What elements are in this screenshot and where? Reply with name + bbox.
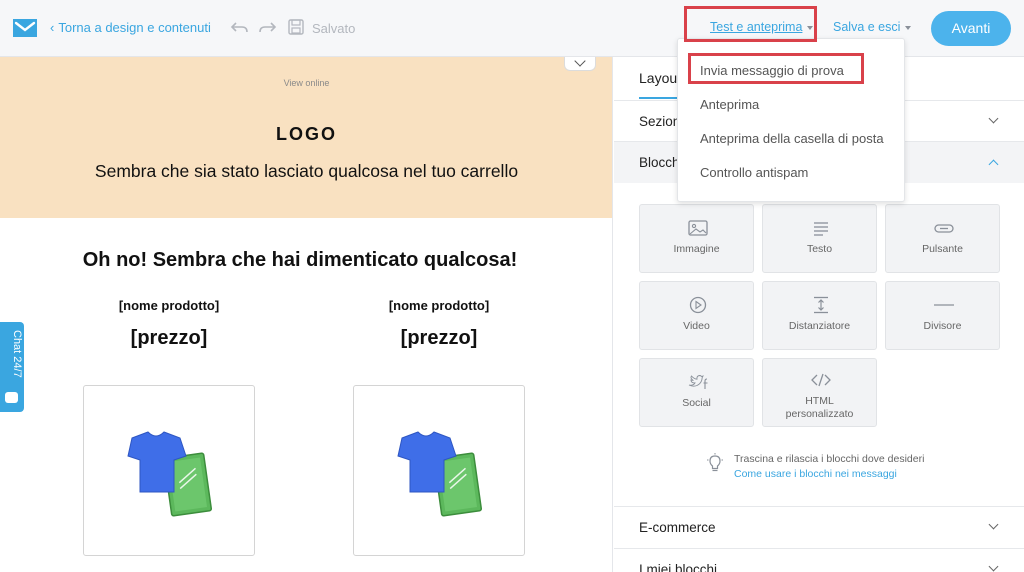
lightbulb-icon [707, 453, 723, 472]
blocks-help-link[interactable]: Come usare i blocchi nei messaggi [734, 468, 897, 480]
block-text[interactable]: Testo [762, 204, 877, 273]
product-price: [prezzo] [400, 327, 478, 349]
save-exit-menu[interactable]: Salva e esci [833, 20, 912, 34]
back-to-design-link[interactable]: ‹ Torna a design e contenuti [50, 20, 211, 35]
spacer-icon [814, 296, 828, 314]
divider-icon [934, 304, 954, 306]
section-label: I miei blocchi [639, 562, 718, 572]
section-label: Blocchi [639, 155, 683, 170]
chat-widget-tab[interactable]: Chat 24/7 [0, 322, 24, 412]
block-label: Distanziatore [788, 320, 851, 332]
product-name: [nome prodotto] [118, 298, 220, 313]
block-social[interactable]: Social [639, 358, 754, 427]
product-image[interactable] [83, 385, 255, 556]
logo-placeholder: LOGO [276, 124, 337, 144]
block-image[interactable]: Immagine [639, 204, 754, 273]
chat-bubble-icon [5, 392, 18, 403]
block-video[interactable]: Video [639, 281, 754, 350]
collapse-toggle[interactable] [564, 57, 596, 71]
play-icon [689, 296, 707, 314]
menu-item-spam-check[interactable]: Controllo antispam [700, 165, 808, 180]
email-canvas[interactable]: View online LOGO Sembra che sia stato la… [0, 57, 613, 572]
save-icon [288, 19, 304, 35]
hero-subtitle: Sembra che sia stato lasciato qualcosa n… [94, 161, 519, 181]
hero-section[interactable]: View online LOGO Sembra che sia stato la… [0, 57, 612, 218]
block-label: HTML personalizzato [785, 395, 854, 420]
block-label: Social [682, 397, 711, 409]
chevron-up-icon [988, 159, 999, 170]
email-editor: ‹ Torna a design e contenuti Salvato Test… [0, 0, 1024, 572]
block-spacer[interactable]: Distanziatore [762, 281, 877, 350]
chevron-down-icon [988, 113, 999, 124]
image-icon [688, 220, 708, 236]
chevron-left-icon: ‹ [50, 20, 55, 35]
redo-icon[interactable] [257, 17, 277, 37]
undo-icon[interactable] [230, 17, 250, 37]
saved-status: Salvato [312, 21, 356, 36]
highlight-send-test [688, 53, 864, 84]
chevron-down-icon [988, 519, 999, 530]
tshirt-book-icon [397, 431, 483, 517]
block-button[interactable]: Pulsante [885, 204, 1000, 273]
product-name: [nome prodotto] [388, 298, 490, 313]
back-link-label: Torna a design e contenuti [58, 20, 211, 35]
block-label: Video [683, 320, 710, 332]
menu-item-preview[interactable]: Anteprima [700, 97, 759, 112]
code-icon [811, 373, 831, 387]
block-label: Testo [806, 243, 833, 255]
product-image[interactable] [353, 385, 525, 556]
next-button[interactable]: Avanti [931, 11, 1011, 46]
button-icon [934, 224, 954, 233]
social-icon [688, 375, 708, 389]
product-price: [prezzo] [130, 327, 208, 349]
menu-item-inbox-preview[interactable]: Anteprima della casella di posta [700, 131, 884, 146]
caret-down-icon [905, 25, 912, 30]
blocks-hint: Trascina e rilascia i blocchi dove desid… [734, 453, 925, 465]
block-label: Pulsante [922, 243, 963, 255]
chevron-down-icon [988, 561, 999, 572]
section-label: E-commerce [639, 520, 716, 535]
block-label: Immagine [673, 243, 720, 255]
section-my-blocks[interactable]: I miei blocchi [614, 548, 1024, 572]
view-online-link[interactable]: View online [0, 78, 612, 88]
logo-icon[interactable] [12, 17, 38, 39]
section-ecommerce[interactable]: E-commerce [614, 506, 1024, 548]
email-heading: Oh no! Sembra che hai dimenticato qualco… [82, 249, 518, 271]
chevron-down-icon [574, 57, 586, 67]
tab-layout[interactable]: Layout [639, 70, 681, 86]
block-custom-html[interactable]: HTML personalizzato [762, 358, 877, 427]
chat-label: Chat 24/7 [11, 330, 23, 378]
text-lines-icon [814, 222, 828, 236]
highlight-test-preview [684, 6, 817, 42]
block-label: Divisore [923, 320, 962, 332]
tshirt-book-icon [127, 431, 213, 517]
block-divider[interactable]: Divisore [885, 281, 1000, 350]
save-exit-label: Salva e esci [833, 20, 901, 34]
